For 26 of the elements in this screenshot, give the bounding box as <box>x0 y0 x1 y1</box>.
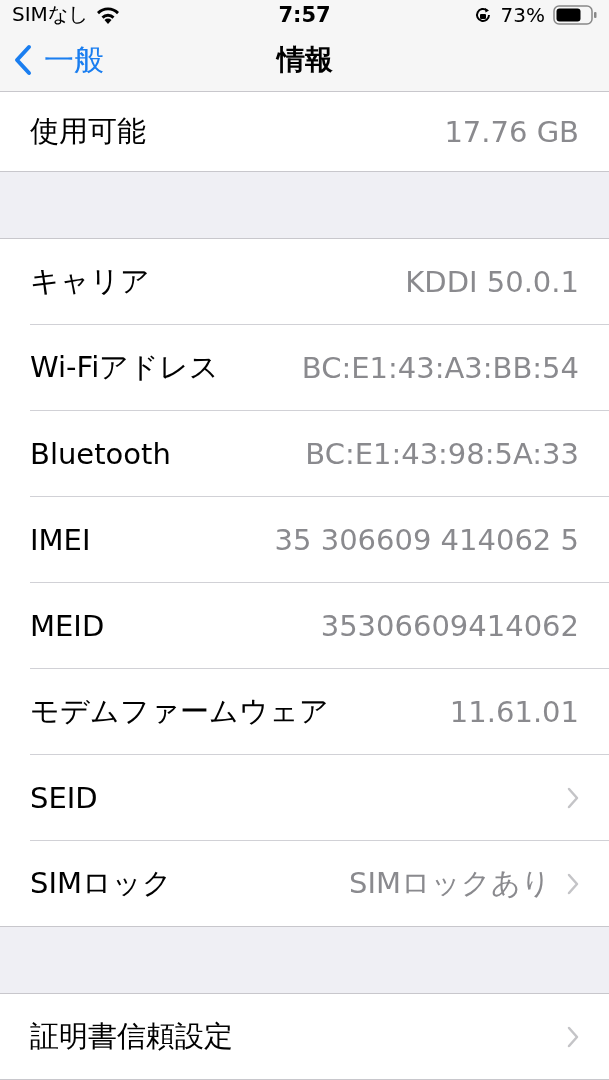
wifi-icon <box>95 5 120 24</box>
row-label: モデムファームウェア <box>30 692 329 730</box>
battery-icon <box>553 4 597 25</box>
row-value: KDDI 50.0.1 <box>405 264 579 299</box>
row-value: BC:E1:43:A3:BB:54 <box>301 350 579 385</box>
row-label: キャリア <box>30 262 150 300</box>
back-button[interactable]: 一般 <box>14 39 104 81</box>
clock-time: 7:57 <box>278 2 331 27</box>
row-value: SIMロックあり <box>349 864 551 902</box>
row-value: BC:E1:43:98:5A:33 <box>305 436 579 471</box>
page-title: 情報 <box>276 42 333 79</box>
row-label[interactable]: 証明書信頼設定 <box>30 1016 233 1057</box>
row-label: Bluetooth <box>30 436 171 471</box>
row-value: 17.76 GB <box>444 114 579 149</box>
row-label[interactable]: SIMロック <box>30 863 172 904</box>
row-label[interactable]: SEID <box>30 780 98 815</box>
row-value: 11.61.01 <box>449 694 579 729</box>
back-chevron-icon <box>14 44 32 77</box>
row-value: 35306609414062 <box>320 608 579 643</box>
carrier-label: SIMなし <box>12 1 88 29</box>
row-label: Wi-Fiアドレス <box>30 348 220 386</box>
battery-percent: 73% <box>500 2 545 27</box>
row-label: 使用可能 <box>30 112 146 150</box>
row-value: 35 306609 414062 5 <box>274 522 579 557</box>
row-label: MEID <box>30 608 105 643</box>
row-label: IMEI <box>30 522 91 557</box>
